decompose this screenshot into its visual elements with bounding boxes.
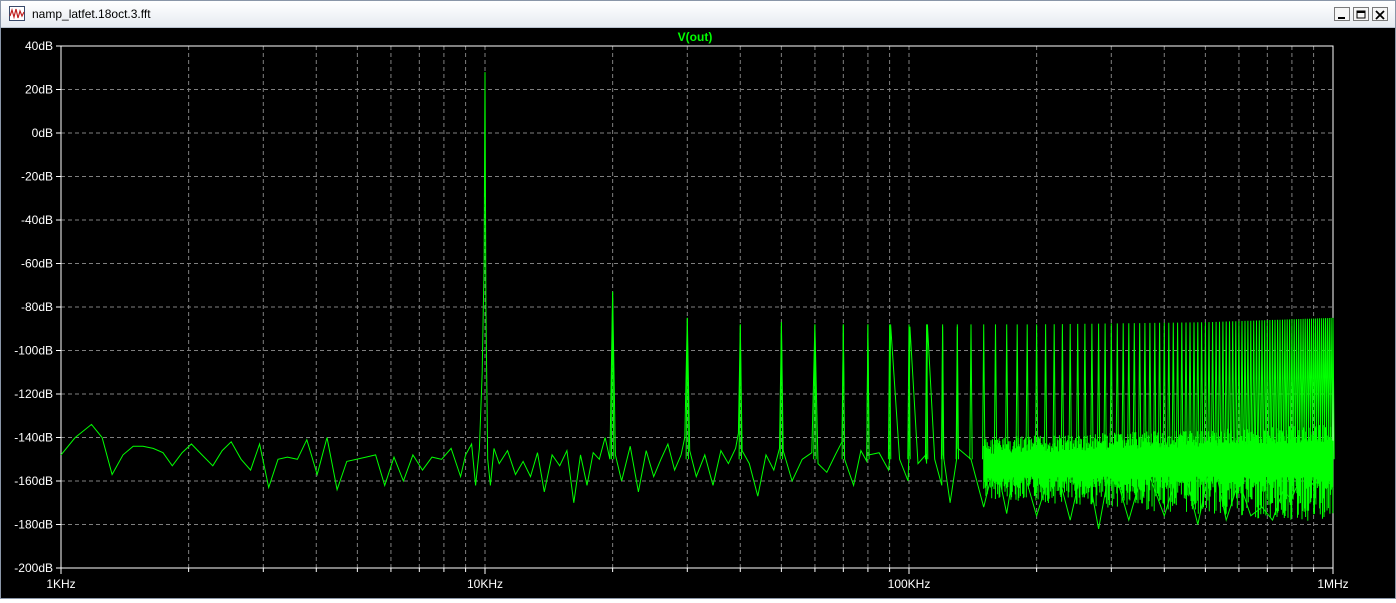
y-tick-label: -200dB xyxy=(14,561,53,575)
y-tick-label: 40dB xyxy=(25,39,53,53)
x-tick-label: 10KHz xyxy=(467,577,503,591)
x-tick-label: 1KHz xyxy=(46,577,75,591)
plot-area[interactable]: V(out) 40dB 20dB 0dB -20dB -40dB -60dB -80dB -1… xyxy=(1,28,1395,598)
close-icon xyxy=(1375,10,1385,20)
fft-chart[interactable]: V(out) 40dB 20dB 0dB -20dB -40dB -60dB -80dB -1… xyxy=(1,28,1395,598)
fft-plot-window: namp_latfet.18oct.3.fft V(out) 40dB 20dB 0… xyxy=(0,0,1396,599)
close-button[interactable] xyxy=(1372,7,1388,21)
minimize-icon xyxy=(1338,17,1345,19)
y-tick-label: 20dB xyxy=(25,83,53,97)
y-tick-label: -80dB xyxy=(21,300,53,314)
y-tick-label: 0dB xyxy=(32,126,53,140)
window-title: namp_latfet.18oct.3.fft xyxy=(32,7,151,21)
y-tick-label: -120dB xyxy=(14,387,53,401)
maximize-button[interactable] xyxy=(1353,7,1369,21)
harmonic-spike xyxy=(993,324,998,460)
minimize-button[interactable] xyxy=(1334,7,1350,21)
harmonic-spike xyxy=(1025,324,1029,460)
trace-layer xyxy=(60,72,1335,529)
y-tick-label: -180dB xyxy=(14,518,53,532)
y-tick-label: -100dB xyxy=(14,344,53,358)
x-tick-label: 100KHz xyxy=(888,577,931,591)
harmonic-spike xyxy=(1043,324,1048,460)
harmonic-spike xyxy=(1090,323,1094,460)
title-bar[interactable]: namp_latfet.18oct.3.fft xyxy=(1,1,1395,28)
harmonic-spike xyxy=(1068,323,1072,460)
harmonic-spike xyxy=(1060,324,1065,460)
maximize-icon xyxy=(1356,10,1366,19)
harmonic-spike xyxy=(1005,324,1009,460)
y-tick-label: -20dB xyxy=(21,170,53,184)
y-tick-label: -60dB xyxy=(21,257,53,271)
harmonic-spike xyxy=(1231,321,1235,460)
harmonic-spike xyxy=(969,324,973,460)
harmonic-spike xyxy=(982,324,986,460)
chart-title[interactable]: V(out) xyxy=(678,30,713,44)
x-tick-label: 1MHz xyxy=(1317,577,1348,591)
y-tick-label: -160dB xyxy=(14,474,53,488)
y-tick-label: -140dB xyxy=(14,431,53,445)
harmonic-spike xyxy=(1171,322,1175,460)
waveform-plot-icon xyxy=(9,6,25,21)
y-tick-label: -40dB xyxy=(21,213,53,227)
